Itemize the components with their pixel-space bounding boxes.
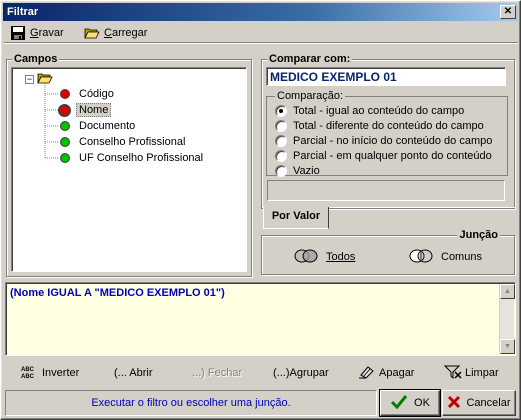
radio-button[interactable] <box>275 119 287 132</box>
red-dot-selected-icon <box>58 103 71 117</box>
tree-item-nome[interactable]: Nome <box>58 102 112 118</box>
radio-label: Parcial - no início do conteúdo do campo <box>293 134 493 147</box>
carregar-button[interactable]: Carregar <box>84 24 147 42</box>
radio-total-diferente[interactable]: Total - diferente do conteúdo do campo <box>275 118 484 133</box>
scroll-up-icon[interactable]: ▲ <box>500 284 515 299</box>
ok-label: OK <box>414 397 430 409</box>
clear-filter-icon <box>443 365 462 382</box>
agrupar-button[interactable]: (...)Agrupar <box>273 364 329 382</box>
todos-icon <box>294 248 318 267</box>
carregar-label: Carregar <box>104 27 148 39</box>
limpar-button[interactable]: Limpar <box>443 364 499 382</box>
title-bar: Filtrar ✕ <box>3 3 518 21</box>
radio-button[interactable] <box>275 104 287 117</box>
tree-item-codigo[interactable]: Código <box>60 86 116 102</box>
tree-item-uf-conselho[interactable]: UF Conselho Profissional <box>60 150 205 166</box>
gravar-button[interactable]: Gravar <box>10 24 64 42</box>
radio-total-igual[interactable]: Total - igual ao conteúdo do campo <box>275 103 464 118</box>
limpar-label: Limpar <box>465 367 499 379</box>
cancel-button[interactable]: Cancelar <box>442 390 516 416</box>
campos-title: Campos <box>12 53 60 65</box>
tab-divider <box>329 207 515 208</box>
comuns-label: Comuns <box>441 251 482 263</box>
comparar-extra-bar <box>267 180 505 201</box>
svg-text:ABC: ABC <box>21 374 35 379</box>
gravar-label: Gravar <box>30 27 64 39</box>
fechar-button[interactable]: ...) Fechar <box>192 364 242 382</box>
todos-button[interactable]: Todos <box>294 248 355 266</box>
filter-expression[interactable]: (Nome IGUAL A "MEDICO EXEMPLO 01") ▲ ▼ <box>5 282 516 356</box>
tree-item-documento[interactable]: Documento <box>60 118 137 134</box>
radio-label: Total - diferente do conteúdo do campo <box>293 119 484 132</box>
radio-button[interactable] <box>275 134 287 147</box>
radio-parcial-inicio[interactable]: Parcial - no início do conteúdo do campo <box>275 133 492 148</box>
radio-parcial-qualquer[interactable]: Parcial - em qualquer ponto do conteúdo <box>275 148 492 163</box>
inverter-button[interactable]: ABC ABC Inverter <box>21 364 79 382</box>
expression-scrollbar[interactable]: ▲ ▼ <box>499 284 515 354</box>
tree-item-label: Código <box>79 88 114 100</box>
todos-label: Todos <box>326 251 356 263</box>
expression-text: (Nome IGUAL A "MEDICO EXEMPLO 01") <box>10 287 225 299</box>
x-icon <box>447 395 461 412</box>
invert-icon: ABC ABC <box>21 365 39 382</box>
inverter-label: Inverter <box>42 367 80 379</box>
fechar-label: ...) Fechar <box>192 367 243 379</box>
status-bar: Executar o filtro ou escolher uma junção… <box>5 390 377 416</box>
tree-item-label: Conselho Profissional <box>79 136 186 148</box>
eraser-icon <box>358 365 376 382</box>
floppy-disk-icon <box>10 25 26 41</box>
tree-item-conselho[interactable]: Conselho Profissional <box>60 134 187 150</box>
radio-label: Total - igual ao conteúdo do campo <box>293 104 465 117</box>
abrir-button[interactable]: (... Abrir <box>114 364 153 382</box>
scroll-down-icon[interactable]: ▼ <box>500 339 515 354</box>
svg-text:ABC: ABC <box>21 367 35 373</box>
comparacao-title: Comparação: <box>275 90 346 102</box>
comuns-icon <box>409 248 433 267</box>
apagar-label: Apagar <box>379 367 415 379</box>
green-dot-icon <box>60 153 70 163</box>
abrir-label: (... Abrir <box>114 367 153 379</box>
ok-button[interactable]: OK <box>379 389 441 417</box>
radio-button[interactable] <box>275 149 287 162</box>
apagar-button[interactable]: Apagar <box>358 364 414 382</box>
tree-item-label: UF Conselho Profissional <box>79 152 204 164</box>
radio-button[interactable] <box>275 164 287 177</box>
comuns-button[interactable]: Comuns <box>409 248 482 266</box>
campos-tree[interactable]: − Código Nome Documento Conselho Profiss… <box>11 67 247 272</box>
tree-item-label: Nome <box>76 103 112 117</box>
check-icon <box>390 394 408 413</box>
cancel-label: Cancelar <box>466 397 511 409</box>
close-button[interactable]: ✕ <box>500 5 516 19</box>
green-dot-icon <box>60 137 70 147</box>
red-dot-icon <box>60 89 70 99</box>
filtrar-dialog: Filtrar ✕ Gravar Carregar Campos − Códig… <box>0 0 521 420</box>
open-folder-icon <box>84 25 100 41</box>
toolbar: Gravar Carregar <box>4 23 518 43</box>
juncao-title: Junção <box>457 229 500 241</box>
comparar-title: Comparar com: <box>267 53 353 65</box>
tree-item-label: Documento <box>79 120 136 132</box>
green-dot-icon <box>60 121 70 131</box>
radio-vazio[interactable]: Vazio <box>275 163 320 178</box>
comparar-input[interactable]: MEDICO EXEMPLO 01 <box>266 67 506 86</box>
agrupar-label: (...)Agrupar <box>273 367 329 379</box>
radio-label: Parcial - em qualquer ponto do conteúdo <box>293 149 492 162</box>
tab-por-valor[interactable]: Por Valor <box>263 207 329 229</box>
radio-label: Vazio <box>293 164 320 177</box>
window-title: Filtrar <box>7 6 39 18</box>
